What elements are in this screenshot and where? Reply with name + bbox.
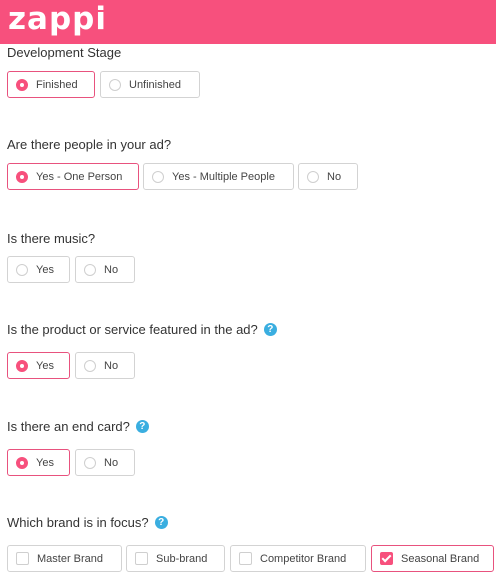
option-label: Yes <box>36 359 54 372</box>
option-label: No <box>104 359 119 372</box>
radio-empty-icon <box>109 78 121 91</box>
option-unfinished[interactable]: Unfinished <box>100 71 200 98</box>
zappi-logo: zappi <box>8 1 107 37</box>
checkbox-empty-icon <box>16 552 29 565</box>
option-no[interactable]: No <box>75 352 135 379</box>
option-yes-one-person[interactable]: Yes - One Person <box>7 163 139 190</box>
question-end-card: Is there an end card? ? <box>7 419 149 434</box>
radio-empty-icon <box>84 359 96 372</box>
question-label: Is there music? <box>7 231 96 246</box>
option-label: Yes <box>36 263 54 276</box>
radio-empty-icon <box>16 263 28 276</box>
checkbox-seasonal-brand[interactable]: Seasonal Brand <box>371 545 494 572</box>
question-label: Is the product or service featured in th… <box>7 322 258 337</box>
radio-empty-icon <box>84 263 96 276</box>
radio-selected-icon <box>16 78 28 91</box>
option-label: Yes - One Person <box>36 170 123 183</box>
checkbox-master-brand[interactable]: Master Brand <box>7 545 122 572</box>
radio-selected-icon <box>16 359 28 372</box>
option-label: Finished <box>36 78 78 91</box>
option-label: Sub-brand <box>156 552 208 565</box>
checkbox-sub-brand[interactable]: Sub-brand <box>126 545 225 572</box>
app-header: zappi <box>0 0 496 44</box>
question-product-featured: Is the product or service featured in th… <box>7 322 277 337</box>
question-brand-focus: Which brand is in focus? ? <box>7 515 168 530</box>
option-label: No <box>104 456 119 469</box>
checkbox-checked-icon <box>380 552 393 565</box>
question-label: Are there people in your ad? <box>7 137 172 152</box>
question-circle-icon[interactable]: ? <box>154 516 168 529</box>
option-no[interactable]: No <box>75 449 135 476</box>
radio-empty-icon <box>307 170 319 183</box>
option-label: Unfinished <box>129 78 181 91</box>
question-people-in-ad: Are there people in your ad? <box>7 137 171 152</box>
question-label: Is there an end card? <box>7 419 130 434</box>
option-label: No <box>327 170 342 183</box>
question-circle-icon[interactable]: ? <box>135 420 149 433</box>
checkbox-empty-icon <box>135 552 148 565</box>
option-label: No <box>104 263 119 276</box>
option-label: Master Brand <box>37 552 104 565</box>
option-label: Seasonal Brand <box>401 552 480 565</box>
question-label: Development Stage <box>7 45 122 60</box>
option-label: Yes <box>36 456 54 469</box>
checkbox-competitor-brand[interactable]: Competitor Brand <box>230 545 366 572</box>
option-finished[interactable]: Finished <box>7 71 95 98</box>
option-label: Competitor Brand <box>260 552 347 565</box>
option-no[interactable]: No <box>298 163 358 190</box>
option-yes[interactable]: Yes <box>7 449 70 476</box>
option-yes-multiple-people[interactable]: Yes - Multiple People <box>143 163 294 190</box>
option-yes[interactable]: Yes <box>7 352 70 379</box>
radio-empty-icon <box>152 170 164 183</box>
question-label: Which brand is in focus? <box>7 515 149 530</box>
question-development-stage: Development Stage <box>7 45 121 60</box>
checkbox-empty-icon <box>239 552 252 565</box>
option-yes[interactable]: Yes <box>7 256 70 283</box>
radio-selected-icon <box>16 170 28 183</box>
radio-selected-icon <box>16 456 28 469</box>
option-no[interactable]: No <box>75 256 135 283</box>
radio-empty-icon <box>84 456 96 469</box>
option-label: Yes - Multiple People <box>172 170 275 183</box>
question-circle-icon[interactable]: ? <box>263 323 277 336</box>
question-music: Is there music? <box>7 231 95 246</box>
